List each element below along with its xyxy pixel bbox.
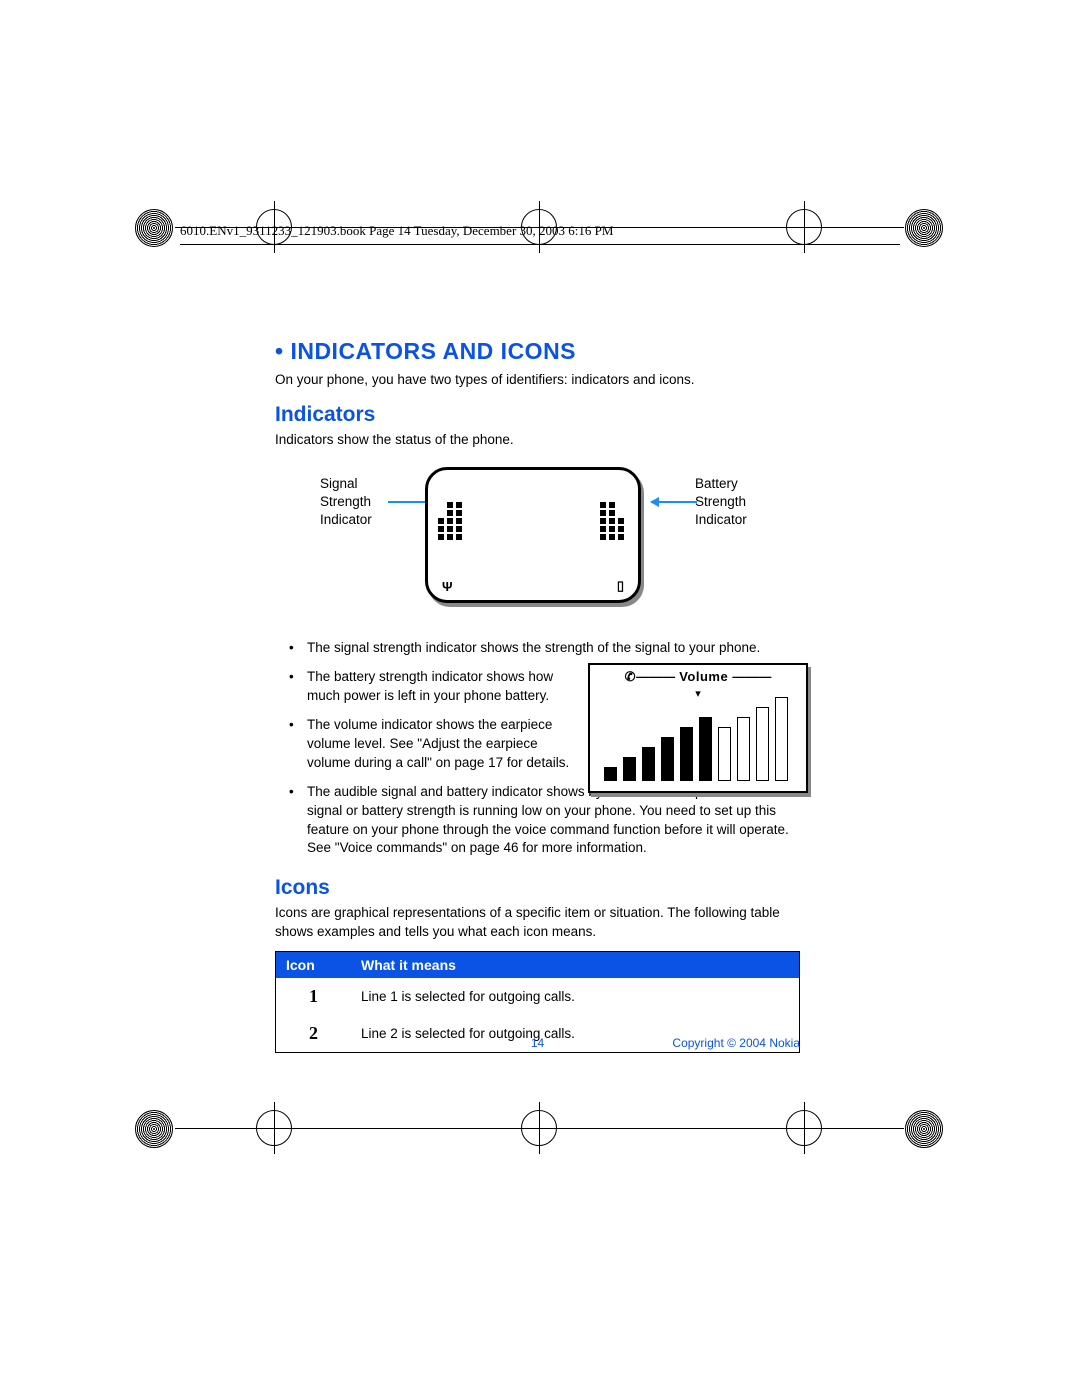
phone-screen-diagram: Signal Strength Indicator Ψ ▯ <box>275 467 800 617</box>
list-item: The signal strength indicator shows the … <box>275 639 800 658</box>
label-line: Indicator <box>320 512 372 527</box>
label-line: Battery <box>695 476 738 491</box>
icons-text: Icons are graphical representations of a… <box>275 904 800 940</box>
subheading-icons: Icons <box>275 876 800 900</box>
volume-diagram: ✆——— Volume ——— ▾ <box>588 663 808 793</box>
icon-cell: 1 <box>276 978 352 1015</box>
battery-bars-icon <box>600 480 628 540</box>
subheading-indicators: Indicators <box>275 403 800 427</box>
page-number: 14 <box>531 1036 544 1050</box>
list-item: The battery strength indicator shows how… <box>275 668 577 706</box>
antenna-icon: Ψ <box>442 579 453 594</box>
header-rule <box>180 244 900 245</box>
meaning-cell: Line 1 is selected for outgoing calls. <box>351 978 800 1015</box>
arrow-icon <box>651 501 697 503</box>
battery-icon: ▯ <box>617 578 624 594</box>
table-header-row: Icon What it means <box>276 951 800 978</box>
volume-title: ✆——— Volume ——— <box>590 669 806 685</box>
page-content: • INDICATORS AND ICONS On your phone, yo… <box>275 338 800 1053</box>
indicators-text: Indicators show the status of the phone. <box>275 431 800 449</box>
label-line: Strength <box>695 494 746 509</box>
manual-page: 6010.ENv1_9311233_121903.book Page 14 Tu… <box>0 0 1080 1397</box>
label-line: Indicator <box>695 512 747 527</box>
list-item: The audible signal and battery indicator… <box>275 783 800 859</box>
screen-outline: Ψ ▯ <box>425 467 641 603</box>
label-line: Strength <box>320 494 371 509</box>
table-header-icon: Icon <box>276 951 352 978</box>
table-row: 1 Line 1 is selected for outgoing calls. <box>276 978 800 1015</box>
intro-text: On your phone, you have two types of ide… <box>275 371 800 389</box>
phone-icon: ✆ <box>625 669 636 684</box>
volume-label-text: Volume <box>679 669 728 684</box>
table-header-meaning: What it means <box>351 951 800 978</box>
volume-bars-icon <box>604 695 788 781</box>
page-header-meta: 6010.ENv1_9311233_121903.book Page 14 Tu… <box>180 223 900 239</box>
bullet-block: The signal strength indicator shows the … <box>275 639 800 858</box>
section-heading-indicators-and-icons: • INDICATORS AND ICONS <box>275 338 800 365</box>
copyright-text: Copyright © 2004 Nokia <box>672 1036 800 1050</box>
label-battery-strength: Battery Strength Indicator <box>695 475 775 528</box>
signal-bars-icon <box>438 480 466 540</box>
page-footer: 14 Copyright © 2004 Nokia <box>275 1036 800 1050</box>
list-item: The volume indicator shows the earpiece … <box>275 716 577 773</box>
label-line: Signal <box>320 476 358 491</box>
